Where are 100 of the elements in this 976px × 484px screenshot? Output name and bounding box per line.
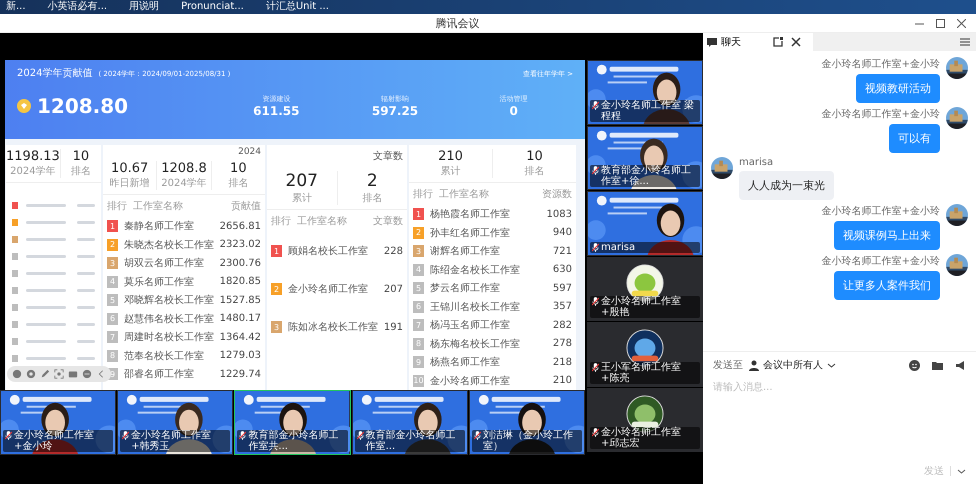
stat-value: 2 xyxy=(366,171,378,191)
stat-label: 累计 xyxy=(440,164,460,178)
blurred-text-line xyxy=(77,306,95,309)
column-header: 排行 xyxy=(271,214,291,228)
microphone-icon xyxy=(592,242,599,252)
studio-name: 梦云名师工作室 xyxy=(430,282,501,296)
participant-name: 金小玲名师工作室+韩秀玉 xyxy=(120,430,230,452)
chat-tab[interactable]: 聊天 xyxy=(703,33,813,51)
video-tile[interactable]: 金小玲名师工作室+韩秀玉 xyxy=(117,390,234,455)
microphone-icon xyxy=(592,297,599,306)
column-header: 工作室名称 xyxy=(297,214,348,228)
score-value: 1083 xyxy=(546,208,572,220)
score-value: 2300.76 xyxy=(220,258,261,269)
sender-name: 金小玲名师工作室+金小玲 xyxy=(822,58,940,71)
close-icon[interactable] xyxy=(791,37,801,47)
video-tile[interactable]: 王小军名师工作室+陈亮 xyxy=(587,322,703,386)
stat-value: 10 xyxy=(230,161,247,176)
microphone-icon xyxy=(356,431,364,440)
stat-label: 累计 xyxy=(292,192,312,205)
score-value: 2656.81 xyxy=(220,220,261,232)
stat-label: 排名 xyxy=(228,176,248,190)
sender-name: 金小玲名师工作室+金小玲 xyxy=(822,254,940,268)
video-tile[interactable]: 金小玲名师工作室 梁程程 xyxy=(587,60,703,124)
card-title: 文章数 xyxy=(372,150,404,164)
rank-badge: 8 xyxy=(107,350,118,362)
rank-badge: 3 xyxy=(271,321,282,333)
video-tile[interactable]: 金小玲名师工作室+殷艳 xyxy=(587,256,703,321)
metric-value: 597.25 xyxy=(372,104,418,118)
popout-icon[interactable] xyxy=(773,37,783,47)
taskbar-item[interactable]: Pronunciat... xyxy=(181,1,244,13)
recipient-dropdown[interactable]: 会议中所有人 xyxy=(749,358,837,372)
video-tile[interactable]: 金小玲名师工作室+金小玲 xyxy=(0,390,116,455)
video-tile[interactable]: 刘洁琳（金小玲工作室） xyxy=(468,390,586,455)
stop-icon[interactable] xyxy=(26,369,36,379)
blurred-text-line xyxy=(77,289,95,292)
participant-name: 金小玲名师工作室+殷艳 xyxy=(590,296,700,318)
taskbar-item[interactable]: 新... xyxy=(6,1,26,13)
rank-badge: 6 xyxy=(107,312,118,325)
blurred-text-line xyxy=(77,255,95,258)
score-value: 940 xyxy=(552,227,572,238)
blurred-text-line xyxy=(26,255,66,258)
studio-name: 邓晓辉名校长工作室 xyxy=(124,294,215,308)
video-tile[interactable]: 教育部金小玲名师工作室+徐... xyxy=(587,126,703,190)
score-value: 597 xyxy=(552,282,572,294)
score-value: 1279.03 xyxy=(220,350,261,362)
message-bubble: 可以有 xyxy=(889,124,940,153)
stat-value: 1208.8 xyxy=(161,161,207,176)
year-selector[interactable]: 2024 xyxy=(103,145,265,157)
stat-label: 昨日新增 xyxy=(110,176,150,190)
blurred-text-line xyxy=(26,238,66,241)
blurred-text-line xyxy=(77,238,95,241)
message-bubble: 让更多人案件我们 xyxy=(834,271,940,300)
video-tile[interactable]: marisa xyxy=(587,191,703,256)
pencil-icon[interactable] xyxy=(40,369,50,379)
blurred-text-line xyxy=(26,221,66,224)
studio-name: 金小玲名师工作室 xyxy=(288,282,369,296)
blurred-text-line xyxy=(77,204,95,207)
microphone-icon xyxy=(592,166,599,175)
rank-badge: 5 xyxy=(107,294,118,306)
stat-value: 10 xyxy=(526,149,543,164)
column-header: 贡献值 xyxy=(231,200,261,213)
studio-name: 莫乐名师工作室 xyxy=(124,276,195,289)
message-bubble: 视频教研活动 xyxy=(856,74,940,103)
blurred-text-line xyxy=(77,340,95,343)
blurred-text-line xyxy=(26,272,66,275)
menu-icon[interactable] xyxy=(960,37,970,47)
studio-name: 孙丰红名师工作室 xyxy=(430,226,511,240)
screenshot-icon[interactable] xyxy=(54,369,64,379)
participant-name: marisa xyxy=(590,242,700,252)
blurred-text-line xyxy=(26,204,66,207)
video-tile[interactable]: 金小玲名师工作室+邱志宏 xyxy=(587,388,703,452)
person-icon xyxy=(749,360,760,370)
message-bubble: 视频课例马上出来 xyxy=(834,221,940,250)
rank-badge: 8 xyxy=(413,338,424,350)
microphone-icon xyxy=(592,100,599,110)
rank-badge: 4 xyxy=(413,264,424,276)
video-tile[interactable]: 教育部金小玲名师工作室... xyxy=(352,390,468,455)
rank-badge: 3 xyxy=(413,245,424,258)
emoji-icon[interactable] xyxy=(909,360,920,370)
video-tile[interactable]: 教育部金小玲名师工作室共... xyxy=(234,390,351,455)
collapse-icon[interactable] xyxy=(96,369,106,379)
close-icon[interactable] xyxy=(957,18,966,28)
rank-badge: 1 xyxy=(107,220,118,232)
stat-label: 排名 xyxy=(524,164,544,178)
column-header: 资源数 xyxy=(542,188,572,201)
rank-badge: 1 xyxy=(413,208,424,220)
coin-icon xyxy=(17,99,31,113)
participant-name: 教育部金小玲名师工作室... xyxy=(354,430,465,452)
taskbar-item[interactable]: 计汇总Unit ... xyxy=(266,1,329,13)
chevron-down-icon[interactable] xyxy=(957,466,966,476)
studio-name: 邵睿名师工作室 xyxy=(124,368,195,382)
rank-badge: 5 xyxy=(413,282,424,294)
maximize-icon[interactable] xyxy=(936,18,945,28)
taskbar-item[interactable]: 小英语必有... xyxy=(48,1,108,13)
taskbar-item[interactable]: 用说明 xyxy=(129,1,160,13)
rank-badge: 2 xyxy=(107,238,118,251)
participant-name: 金小玲名师工作室+金小玲 xyxy=(3,430,114,452)
more-icon[interactable] xyxy=(82,369,92,379)
score-value: 630 xyxy=(552,264,572,276)
rank-badge: 2 xyxy=(413,226,424,239)
